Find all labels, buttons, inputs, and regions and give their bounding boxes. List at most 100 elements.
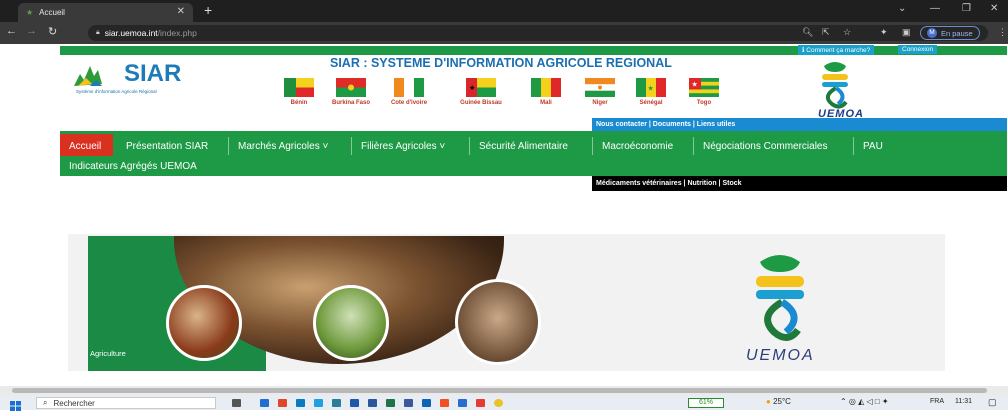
taskbar-app-icon[interactable] — [278, 399, 287, 407]
battery-indicator[interactable]: 61% — [688, 398, 724, 408]
site-logo-text[interactable]: SIAR — [124, 60, 181, 88]
taskbar-clock[interactable]: 11:31 — [955, 398, 972, 405]
country-label[interactable]: Guinée Bissau — [451, 100, 511, 106]
extensions-icon[interactable]: ✦ — [880, 27, 888, 38]
nav-item-filieres[interactable]: Filières Agricoles ˅ — [361, 136, 445, 156]
banner-circle-cassava — [455, 279, 541, 365]
login-button[interactable]: Connexion — [898, 45, 938, 54]
banner-uemoa-text: UEMOA — [746, 347, 815, 364]
flag-togo-icon[interactable]: ★ — [689, 78, 719, 97]
notifications-icon[interactable]: ▢ — [988, 397, 997, 408]
url-path: /index.php — [157, 28, 197, 38]
task-view-icon[interactable] — [232, 399, 241, 407]
taskbar-app-icon[interactable] — [476, 399, 485, 407]
flag-senegal-icon[interactable]: ★ — [636, 78, 666, 97]
nav-divider — [228, 137, 229, 155]
taskbar-app-icon[interactable] — [386, 399, 395, 407]
nav-divider — [693, 137, 694, 155]
nav-item-securite[interactable]: Sécurité Alimentaire — [479, 136, 568, 156]
nav-divider — [592, 137, 593, 155]
country-label[interactable]: Bénin — [269, 100, 329, 106]
system-tray-icons[interactable]: ⌃ ◎ ◭ ◁ □ ✦ — [840, 397, 889, 406]
svg-text:★: ★ — [692, 81, 698, 89]
lock-icon: 🔒︎ — [96, 29, 100, 36]
nav-item-macroeconomie[interactable]: Macroéconomie — [602, 136, 673, 156]
close-window-icon[interactable]: ✕ — [990, 3, 998, 14]
nav-item-pau[interactable]: PAU — [863, 136, 883, 156]
temperature: 25°C — [773, 397, 791, 406]
taskbar-app-icon[interactable] — [422, 399, 431, 407]
flag-benin-icon[interactable] — [284, 78, 314, 97]
flag-cote-divoire-icon[interactable] — [394, 78, 424, 97]
flag-mali-icon[interactable] — [531, 78, 561, 97]
flag-guinee-bissau-icon[interactable]: ★ — [466, 78, 496, 97]
profile-avatar: M — [927, 28, 937, 38]
bookmark-star-icon[interactable]: ☆ — [843, 27, 851, 38]
url-host: siar.uemoa.int — [104, 28, 158, 38]
utility-links-bar[interactable]: Nous contacter | Documents | Liens utile… — [592, 118, 1007, 131]
taskbar-app-icon[interactable] — [260, 399, 269, 407]
country-label[interactable]: Burkina Faso — [321, 100, 381, 106]
search-icon: ⌕ — [43, 398, 48, 407]
share-icon[interactable]: ⇱ — [822, 27, 830, 38]
chrome-taskbar-icon[interactable] — [494, 399, 503, 407]
svg-text:★: ★ — [648, 85, 654, 93]
profile-button[interactable]: M En pause — [920, 26, 980, 40]
nav-item-indicateurs[interactable]: Indicateurs Agrégés UEMOA — [69, 156, 197, 176]
menu-kebab-icon[interactable]: ⋮ — [998, 27, 1007, 38]
nav-divider — [351, 137, 352, 155]
taskbar-app-icon[interactable] — [332, 399, 341, 407]
taskbar-app-icon[interactable] — [458, 399, 467, 407]
secondary-links-bar[interactable]: Médicaments vétérinaires | Nutrition | S… — [592, 176, 1007, 191]
flag-burkina-faso-icon[interactable] — [336, 78, 366, 97]
taskbar-app-icon[interactable] — [350, 399, 359, 407]
reload-icon[interactable]: ↻ — [48, 25, 57, 38]
svg-text:★: ★ — [469, 84, 475, 92]
banner-circle-potatoes — [166, 285, 242, 361]
site-favicon-icon: ★ — [26, 8, 34, 17]
country-label[interactable]: Togo — [674, 100, 734, 106]
language-indicator[interactable]: FRA — [930, 398, 944, 405]
taskbar-search[interactable]: ⌕ Rechercher — [36, 397, 216, 409]
uemoa-large-logo-icon — [740, 246, 820, 351]
taskbar-app-icon[interactable] — [314, 399, 323, 407]
restore-icon[interactable]: ❐ — [962, 3, 971, 14]
minimize-icon[interactable]: — — [930, 3, 940, 14]
weather-widget[interactable]: ● 25°C — [766, 397, 791, 406]
nav-item-accueil[interactable]: Accueil — [69, 136, 101, 156]
nav-divider — [853, 137, 854, 155]
logo-subtitle: Système d'information Agricole Régional — [76, 89, 157, 94]
nav-item-presentation[interactable]: Présentation SIAR — [126, 136, 208, 156]
banner-caption: Agriculture — [90, 349, 126, 358]
taskbar-app-icon[interactable] — [404, 399, 413, 407]
nav-item-negociations[interactable]: Négociations Commerciales — [703, 136, 828, 156]
side-panel-icon[interactable]: ▣ — [902, 27, 911, 38]
scrollbar-thumb[interactable] — [12, 388, 987, 393]
taskbar-app-icon[interactable] — [368, 399, 377, 407]
country-label[interactable]: Mali — [516, 100, 576, 106]
nav-divider — [469, 137, 470, 155]
forward-icon[interactable]: → — [26, 25, 37, 37]
weather-sun-icon: ● — [766, 397, 771, 406]
back-icon[interactable]: ← — [6, 25, 17, 37]
site-title: SIAR : SYSTEME D'INFORMATION AGRICOLE RE… — [330, 56, 672, 70]
browser-tab[interactable]: ★ Accueil ✕ — [18, 3, 193, 22]
flag-niger-icon[interactable] — [585, 78, 615, 97]
uemoa-logo-icon — [810, 58, 860, 115]
nav-item-marches[interactable]: Marchés Agricoles ˅ — [238, 136, 328, 156]
taskbar-search-placeholder: Rechercher — [53, 398, 95, 408]
help-button[interactable]: ℹ Comment ça marche? — [798, 45, 875, 55]
profile-status: En pause — [941, 28, 973, 38]
country-label[interactable]: Cote d'ivoire — [379, 100, 439, 106]
taskbar-app-icon[interactable] — [296, 399, 305, 407]
taskbar-app-icon[interactable] — [440, 399, 449, 407]
banner-circle-onions — [313, 285, 389, 361]
windows-start-icon[interactable] — [10, 398, 21, 416]
close-tab-icon[interactable]: ✕ — [177, 6, 185, 17]
new-tab-button[interactable]: + — [204, 2, 212, 18]
tab-search-icon[interactable]: ⌄ — [898, 3, 906, 14]
country-label[interactable]: Sénégal — [621, 100, 681, 106]
zoom-search-icon[interactable]: 🔍︎ — [802, 27, 813, 38]
address-bar[interactable]: 🔒︎ siar.uemoa.int/index.php — [88, 25, 988, 41]
tab-title: Accueil — [39, 8, 65, 17]
